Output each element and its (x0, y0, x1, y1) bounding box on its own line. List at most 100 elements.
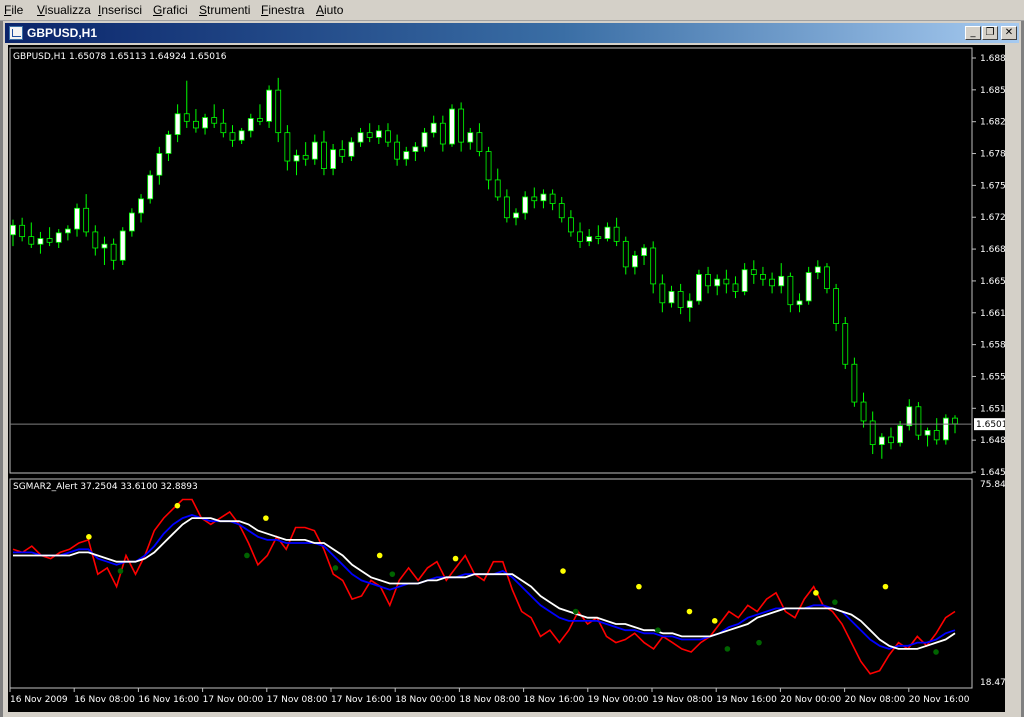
signal-dot-green (832, 599, 838, 605)
price-axis-label: 1.64510 (980, 468, 1005, 478)
menu-bar: File Visualizza Inserisci Grafici Strumenti F… (0, 0, 1024, 21)
candle-body (385, 130, 391, 143)
candle-body (741, 269, 748, 292)
signal-dot-green (117, 568, 124, 574)
menu-grafici[interactable]: Grafici (153, 3, 188, 17)
candle-body (723, 278, 730, 285)
candle-body (760, 274, 766, 280)
close-icon[interactable]: ✕ (1001, 26, 1017, 40)
candle-body (284, 132, 291, 162)
candle-body (888, 436, 894, 444)
candle-body (119, 230, 126, 261)
signal-dot-yellow (560, 568, 566, 574)
candle-body (147, 174, 154, 200)
time-axis-label: 20 Nov 08:00 (845, 695, 906, 705)
candle-body (668, 291, 675, 304)
candle-body (375, 130, 382, 138)
signal-dot-green (655, 627, 661, 633)
candle-body (650, 247, 657, 285)
candle-body (439, 122, 446, 145)
candle-body (412, 146, 419, 152)
candle-body (430, 122, 437, 134)
candle-body (193, 120, 199, 129)
price-axis-label: 1.67540 (980, 181, 1005, 191)
candle-body (46, 238, 53, 243)
menu-finestra[interactable]: Finestra (261, 3, 304, 17)
candle-body (101, 243, 108, 249)
candle-body (915, 406, 922, 436)
candle-body (705, 274, 711, 287)
candle-body (503, 196, 510, 219)
candle-body (796, 300, 803, 306)
candle-body (567, 217, 574, 233)
time-axis-label: 17 Nov 08:00 (267, 695, 328, 705)
menu-strumenti[interactable]: Strumenti (199, 3, 250, 17)
candle-body (659, 283, 666, 304)
candle-body (293, 154, 300, 162)
signal-dot-green (572, 608, 579, 615)
candle-body (677, 291, 684, 308)
candle-body (558, 203, 565, 219)
candle-body (750, 269, 757, 275)
candle-body (641, 247, 647, 256)
candle-body (138, 198, 144, 214)
candle-body (183, 113, 190, 122)
signal-dot-yellow (376, 552, 383, 559)
price-axis-label: 1.66530 (980, 277, 1005, 287)
candle-body (211, 117, 218, 124)
window-frame-right (1005, 45, 1018, 712)
minimize-icon[interactable]: _ (965, 26, 981, 40)
candle-body (586, 236, 593, 242)
candle-body (531, 196, 538, 202)
candle-body (942, 417, 949, 441)
menu-file[interactable]: File (4, 3, 23, 17)
price-axis-label: 1.68890 (980, 54, 1005, 64)
candle-body (604, 226, 611, 239)
price-axis-label: 1.68220 (980, 118, 1005, 128)
candle-body (814, 266, 821, 273)
candle-body (696, 274, 702, 302)
candle-body (851, 363, 858, 403)
candle-body (247, 118, 254, 132)
signal-dot-yellow (636, 583, 642, 590)
price-axis-label: 1.65850 (980, 341, 1005, 351)
candle-body (833, 288, 840, 325)
price-axis-label: 1.65180 (980, 404, 1005, 414)
candle-body (933, 430, 940, 441)
candle-body (128, 212, 135, 232)
menu-visualizza[interactable]: Visualizza (37, 3, 91, 17)
candle-body (83, 207, 90, 233)
candle-body (321, 141, 327, 169)
signal-dot-yellow (813, 590, 819, 596)
menu-aiuto[interactable]: Aiuto (316, 3, 343, 17)
candle-body (714, 278, 721, 287)
time-axis-label: 20 Nov 16:00 (909, 695, 970, 705)
signal-dot-green (389, 571, 396, 577)
restore-icon[interactable]: ❐ (982, 26, 998, 40)
time-axis-label: 16 Nov 16:00 (138, 695, 199, 705)
window-title: GBPUSD,H1 (27, 26, 98, 40)
candle-body (787, 275, 794, 306)
signal-dot-green (756, 639, 762, 646)
signal-dot-yellow (711, 618, 718, 624)
price-panel-label: GBPUSD,H1 1.65078 1.65113 1.64924 1.6501… (13, 52, 227, 62)
candle-body (37, 238, 44, 245)
menu-inserisci[interactable]: Inserisci (98, 3, 142, 17)
signal-dot-yellow (452, 555, 459, 562)
candle-body (467, 132, 474, 143)
candle-body (19, 224, 26, 238)
signal-dot-yellow (882, 583, 889, 590)
signal-dot-green (332, 565, 339, 571)
candle-body (202, 117, 208, 129)
candle-body (394, 141, 401, 160)
window-titlebar[interactable]: GBPUSD,H1 _ ❐ ✕ (5, 23, 1019, 43)
candle-body (302, 154, 309, 160)
time-axis-label: 16 Nov 08:00 (74, 695, 135, 705)
time-axis-label: 19 Nov 00:00 (588, 695, 649, 705)
candle-body (330, 149, 336, 169)
candle-body (549, 193, 556, 204)
price-axis-label: 1.67200 (980, 213, 1005, 223)
chart-canvas[interactable]: 1.68890 1.68550 1.68220 1.67880 1.67540 1.672… (8, 45, 1005, 712)
time-axis-label: 20 Nov 00:00 (780, 695, 841, 705)
candle-body (257, 118, 263, 122)
